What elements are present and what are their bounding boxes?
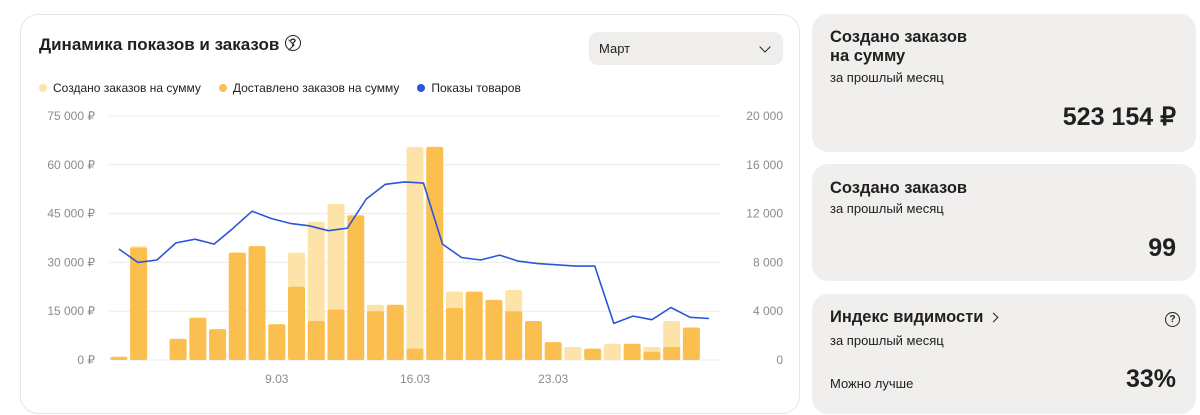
orders-sum-card: Создано заказов на сумму за прошлый меся… bbox=[812, 14, 1196, 152]
y-left-tick-label: 60 000 ₽ bbox=[47, 158, 95, 172]
bar-delivered bbox=[386, 304, 404, 360]
y-left-tick-label: 15 000 ₽ bbox=[47, 304, 95, 318]
bar-delivered bbox=[248, 246, 266, 360]
bar-delivered bbox=[110, 356, 128, 360]
bar-created bbox=[603, 343, 621, 360]
bar-delivered bbox=[347, 215, 365, 360]
y-left-tick-label: 0 ₽ bbox=[77, 353, 95, 367]
bar-delivered bbox=[426, 146, 444, 360]
visibility-index-status: Можно лучше bbox=[830, 376, 914, 391]
x-tick-label: 9.03 bbox=[265, 372, 289, 386]
bar-delivered bbox=[228, 252, 246, 360]
bar-created bbox=[564, 346, 582, 360]
bar-delivered bbox=[307, 320, 325, 360]
bar-delivered bbox=[505, 311, 523, 360]
bar-delivered bbox=[623, 343, 641, 360]
y-left-tick-label: 75 000 ₽ bbox=[47, 109, 95, 123]
bar-delivered bbox=[130, 247, 148, 360]
bar-delivered bbox=[209, 329, 227, 360]
y-right-tick-label: 4 000 bbox=[753, 304, 783, 318]
chevron-right-icon bbox=[988, 312, 999, 323]
bar-delivered bbox=[682, 327, 700, 360]
visibility-index-title-link[interactable]: Индекс видимости bbox=[830, 308, 999, 327]
y-left-tick-label: 30 000 ₽ bbox=[47, 255, 95, 269]
bar-delivered bbox=[544, 342, 562, 360]
orders-sum-title-line1: Создано заказов bbox=[830, 28, 968, 46]
bar-delivered bbox=[663, 346, 681, 360]
orders-sum-subtitle: за прошлый месяц bbox=[830, 70, 944, 85]
x-tick-label: 16.03 bbox=[400, 372, 430, 386]
orders-sum-title-line2: на сумму bbox=[830, 47, 906, 65]
orders-sum-title: Создано заказов на сумму bbox=[830, 28, 967, 66]
visibility-index-value: 33% bbox=[1125, 365, 1176, 393]
orders-count-card: Создано заказов за прошлый месяц 99 bbox=[812, 164, 1196, 281]
y-left-tick-label: 45 000 ₽ bbox=[47, 207, 95, 221]
orders-chart: 0 ₽ 0 15 000 ₽ 4 000 30 000 ₽ 8 000 45 000 ₽ 12… bbox=[47, 109, 783, 386]
bar-delivered bbox=[268, 324, 286, 360]
orders-count-subtitle: за прошлый месяц bbox=[830, 201, 944, 216]
y-right-tick-label: 0 bbox=[776, 353, 783, 367]
y-right-tick-label: 8 000 bbox=[753, 255, 783, 269]
orders-dynamics-card: Динамика показов и заказов ? Март Создан… bbox=[20, 14, 800, 414]
bar-delivered bbox=[406, 348, 424, 360]
orders-sum-value: 523 154 ₽ bbox=[1062, 103, 1176, 131]
y-right-tick-label: 16 000 bbox=[746, 158, 783, 172]
bar-delivered bbox=[445, 307, 463, 360]
visibility-index-subtitle: за прошлый месяц bbox=[830, 333, 944, 348]
bar-delivered bbox=[524, 320, 542, 360]
bar-delivered bbox=[169, 338, 187, 360]
bar-delivered bbox=[485, 299, 503, 360]
y-right-tick-label: 12 000 bbox=[746, 207, 783, 221]
bar-delivered bbox=[189, 317, 207, 360]
bar-delivered bbox=[288, 286, 306, 360]
bar-created bbox=[406, 146, 424, 360]
x-tick-label: 23.03 bbox=[538, 372, 568, 386]
visibility-index-card: Индекс видимости ? за прошлый месяц Можн… bbox=[812, 294, 1196, 414]
bar-delivered bbox=[367, 311, 385, 360]
y-right-tick-label: 20 000 bbox=[746, 109, 783, 123]
orders-count-title: Создано заказов bbox=[830, 179, 968, 197]
orders-count-value: 99 bbox=[1148, 234, 1176, 262]
bar-delivered bbox=[584, 348, 602, 360]
bar-delivered bbox=[465, 291, 483, 360]
bar-delivered bbox=[643, 351, 661, 360]
bar-delivered bbox=[327, 309, 345, 360]
help-icon[interactable]: ? bbox=[1165, 312, 1180, 327]
visibility-index-title: Индекс видимости bbox=[830, 308, 984, 326]
